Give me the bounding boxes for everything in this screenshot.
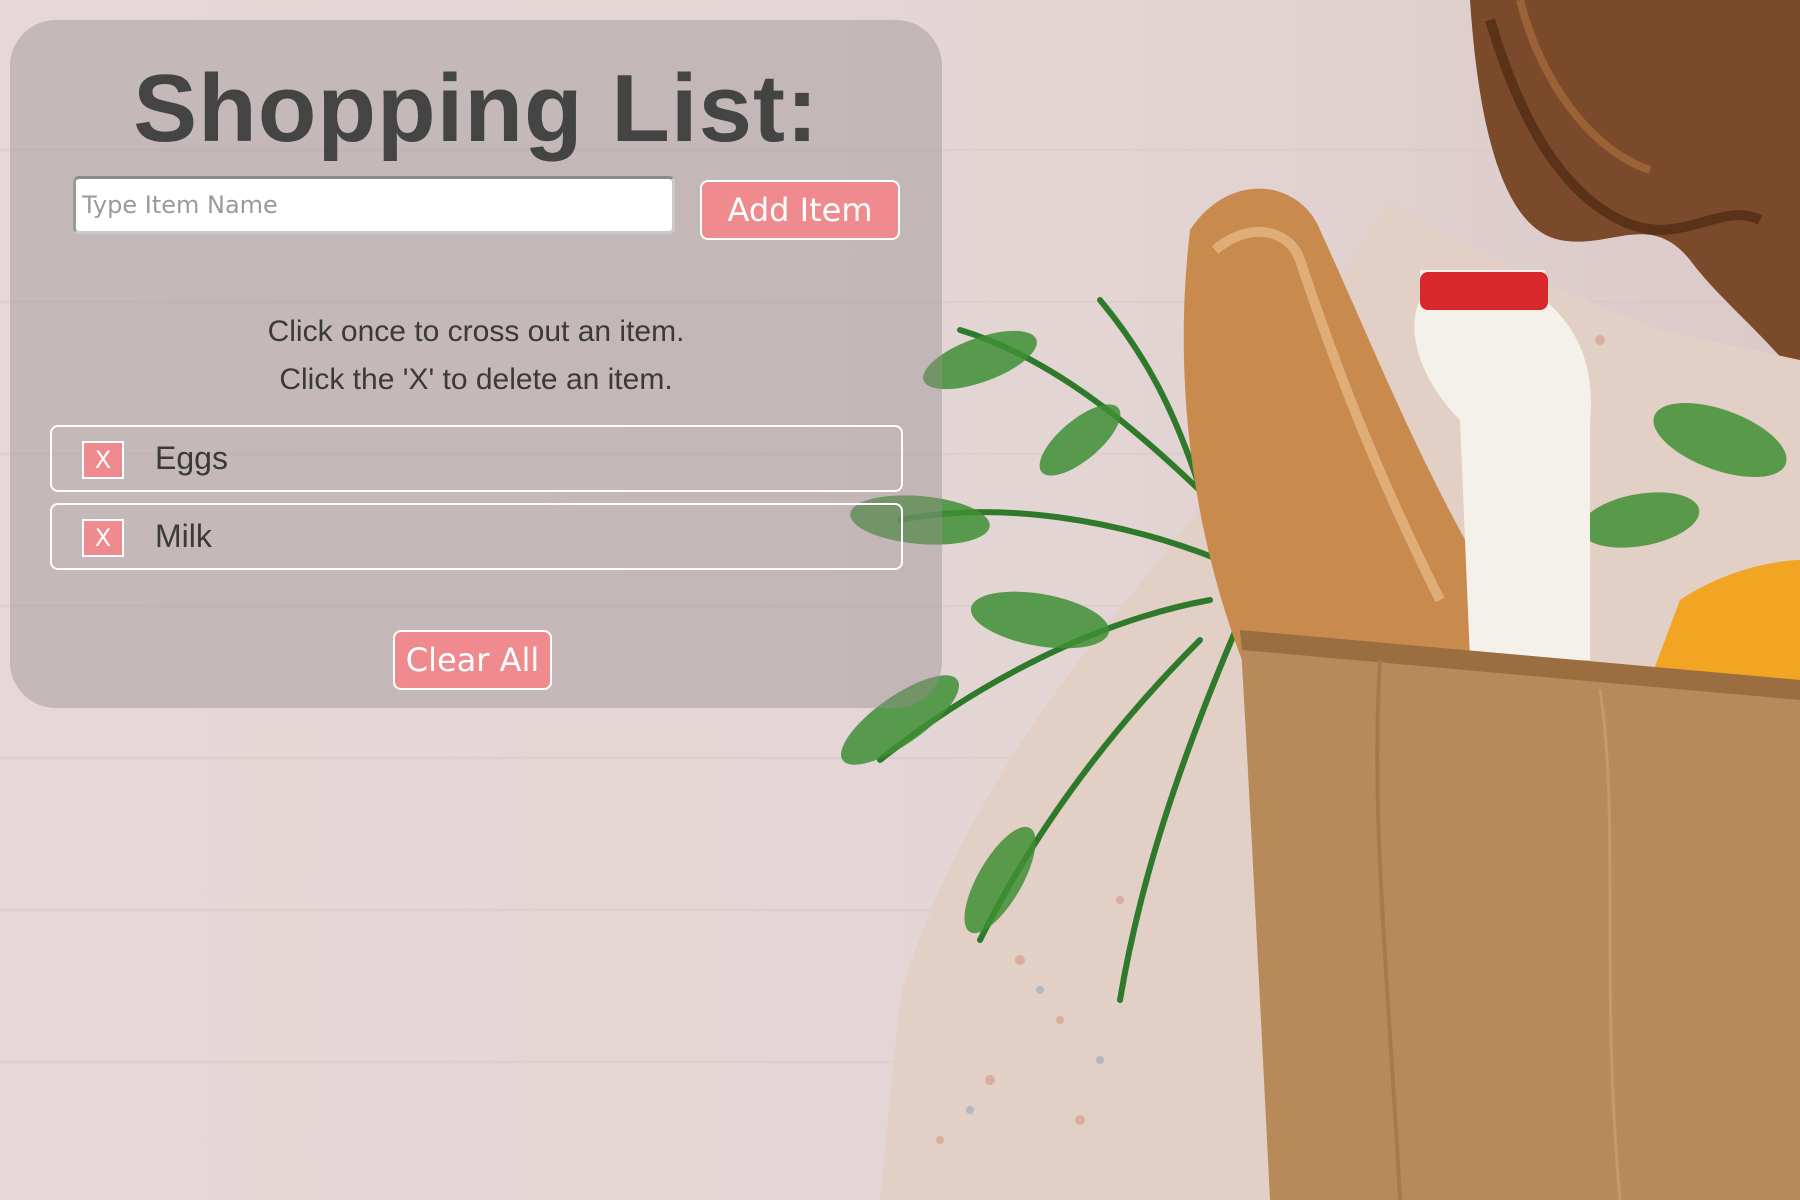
list-item-label: Eggs [155,440,228,476]
list-item[interactable]: X Milk [50,503,903,570]
shopping-list-panel: Shopping List: Add Item Click once to cr… [10,20,942,708]
item-name-input[interactable] [73,176,675,234]
page-title: Shopping List: [133,55,819,162]
instruction-line: Click the 'X' to delete an item. [279,363,673,396]
add-item-button[interactable]: Add Item [700,180,900,240]
list-item[interactable]: X Eggs [50,425,903,492]
delete-item-button[interactable]: X [82,519,124,557]
shopping-list: X Eggs X Milk [50,425,903,581]
instruction-line: Click once to cross out an item. [267,315,685,348]
instructions: Click once to cross out an item. Click t… [10,308,942,404]
clear-all-button[interactable]: Clear All [393,630,552,690]
list-item-label: Milk [155,518,212,554]
delete-item-button[interactable]: X [82,441,124,479]
